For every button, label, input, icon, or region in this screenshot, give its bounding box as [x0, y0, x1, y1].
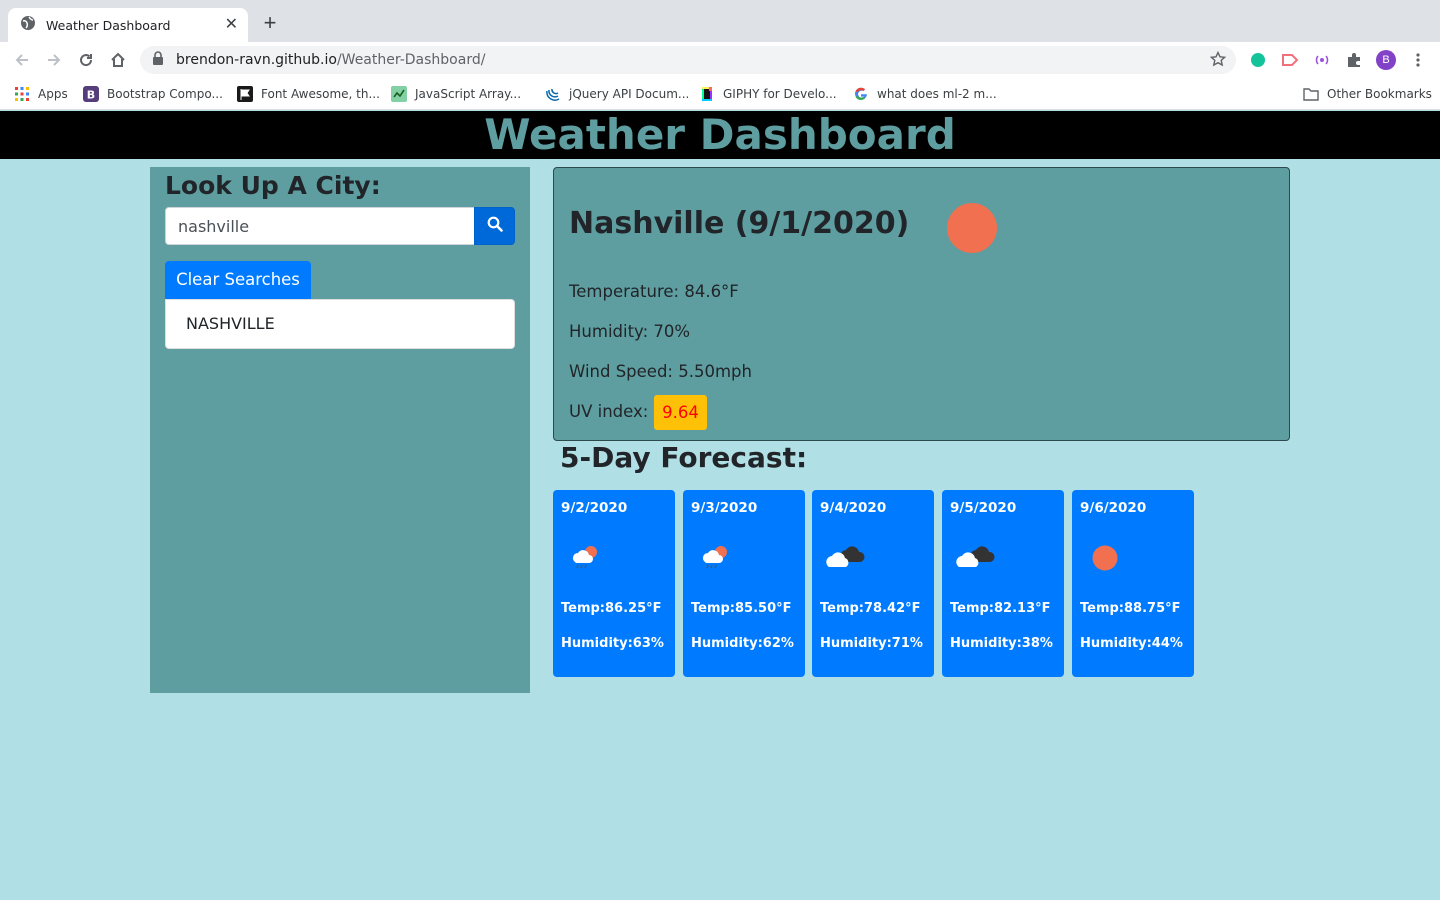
bookmark-star-icon[interactable]: [1209, 50, 1227, 72]
broken-clouds-icon: [826, 540, 865, 576]
forecast-date: 9/4/2020: [820, 500, 887, 516]
search-history-item[interactable]: NASHVILLE: [165, 299, 515, 349]
forecast-card: 9/3/2020 Temp:85.50°F Humidity:62%: [683, 490, 805, 677]
forward-icon[interactable]: [42, 48, 66, 72]
forecast-temp: Temp:88.75°F: [1080, 601, 1181, 616]
forecast-date: 9/5/2020: [950, 500, 1017, 516]
font-awesome-icon: [237, 86, 253, 102]
address-bar[interactable]: brendon-ravn.github.io/Weather-Dashboard…: [140, 46, 1236, 74]
extensions-puzzle-icon[interactable]: [1344, 50, 1364, 70]
bootstrap-icon: B: [83, 86, 99, 102]
browser-menu-icon[interactable]: [1408, 50, 1428, 70]
forecast-humidity: Humidity:62%: [691, 636, 794, 651]
bookmark-jquery[interactable]: jQuery API Docum...: [545, 85, 689, 103]
forecast-temp: Temp:85.50°F: [691, 601, 792, 616]
sun-icon: [1086, 540, 1122, 576]
bookmark-javascript-array[interactable]: JavaScript Array...: [391, 85, 521, 103]
bookmark-bootstrap[interactable]: B Bootstrap Compo...: [83, 85, 223, 103]
broadcast-extension-icon[interactable]: [1312, 50, 1332, 70]
bookmark-giphy[interactable]: GIPHY for Develo...: [699, 85, 837, 103]
apps-grid-icon: [14, 86, 30, 102]
cloud-sun-rain-icon: [567, 540, 603, 576]
uv-index-badge: 9.64: [654, 395, 707, 430]
forecast-date: 9/3/2020: [691, 500, 758, 516]
sun-icon: [947, 203, 997, 253]
svg-text:B: B: [87, 89, 95, 102]
forecast-date: 9/6/2020: [1080, 500, 1147, 516]
forecast-humidity: Humidity:71%: [820, 636, 923, 651]
cloud-sun-rain-icon: [697, 540, 733, 576]
home-icon[interactable]: [106, 48, 130, 72]
bookmark-google-search[interactable]: what does ml-2 m...: [853, 85, 997, 103]
jquery-icon: [545, 86, 561, 102]
forecast-humidity: Humidity:44%: [1080, 636, 1183, 651]
bookmarks-bar: Apps B Bootstrap Compo... Font Awesome, …: [0, 78, 1440, 110]
search-sidebar: Look Up A City: Clear Searches NASHVILLE: [150, 167, 530, 693]
reload-icon[interactable]: [74, 48, 98, 72]
tab-close-icon[interactable]: ✕: [225, 17, 238, 33]
clear-searches-button[interactable]: Clear Searches: [165, 261, 311, 299]
forecast-card: 9/4/2020 Temp:78.42°F Humidity:71%: [812, 490, 934, 677]
folder-icon: [1303, 86, 1319, 102]
bookmark-apps[interactable]: Apps: [14, 85, 68, 103]
browser-toolbar: brendon-ravn.github.io/Weather-Dashboard…: [0, 42, 1440, 78]
tab-title: Weather Dashboard: [46, 17, 171, 33]
forecast-temp: Temp:82.13°F: [950, 601, 1051, 616]
profile-avatar[interactable]: B: [1376, 50, 1396, 70]
humidity-text: Humidity: 70%: [569, 322, 691, 341]
forecast-heading: 5-Day Forecast:: [560, 441, 808, 474]
bookmark-font-awesome[interactable]: Font Awesome, th...: [237, 85, 380, 103]
new-tab-icon[interactable]: +: [258, 12, 282, 36]
forecast-date: 9/2/2020: [561, 500, 628, 516]
wind-speed-text: Wind Speed: 5.50mph: [569, 362, 752, 381]
url-text: brendon-ravn.github.io/Weather-Dashboard…: [176, 52, 486, 68]
javascript-icon: [391, 86, 407, 102]
page-title: Weather Dashboard: [484, 110, 956, 159]
search-icon: [487, 216, 503, 237]
forecast-temp: Temp:78.42°F: [820, 601, 921, 616]
forecast-humidity: Humidity:38%: [950, 636, 1053, 651]
forecast-temp: Temp:86.25°F: [561, 601, 662, 616]
forecast-humidity: Humidity:63%: [561, 636, 664, 651]
city-search-input[interactable]: [165, 207, 474, 245]
city-date-title: Nashville (9/1/2020): [569, 206, 910, 241]
grammarly-extension-icon[interactable]: [1248, 50, 1268, 70]
broken-clouds-icon: [956, 540, 995, 576]
search-button[interactable]: [474, 207, 515, 245]
forecast-card: 9/6/2020 Temp:88.75°F Humidity:44%: [1072, 490, 1194, 677]
uv-index-label: UV index:: [569, 402, 649, 421]
page-header: Weather Dashboard: [0, 111, 1440, 159]
forecast-card: 9/5/2020 Temp:82.13°F Humidity:38%: [942, 490, 1064, 677]
temperature-text: Temperature: 84.6°F: [569, 282, 739, 301]
browser-tabstrip: Weather Dashboard ✕ +: [0, 0, 1440, 42]
globe-icon: [20, 15, 36, 36]
google-icon: [853, 86, 869, 102]
back-icon[interactable]: [10, 48, 34, 72]
forecast-card: 9/2/2020 Temp:86.25°F Humidity:63%: [553, 490, 675, 677]
giphy-icon: [699, 86, 715, 102]
other-bookmarks[interactable]: Other Bookmarks: [1303, 85, 1432, 103]
search-heading: Look Up A City:: [165, 171, 381, 200]
screen-recorder-extension-icon[interactable]: [1280, 50, 1300, 70]
current-weather-panel: Nashville (9/1/2020) Temperature: 84.6°F…: [553, 167, 1290, 441]
lock-icon: [152, 50, 164, 70]
browser-tab[interactable]: Weather Dashboard ✕: [8, 8, 248, 42]
